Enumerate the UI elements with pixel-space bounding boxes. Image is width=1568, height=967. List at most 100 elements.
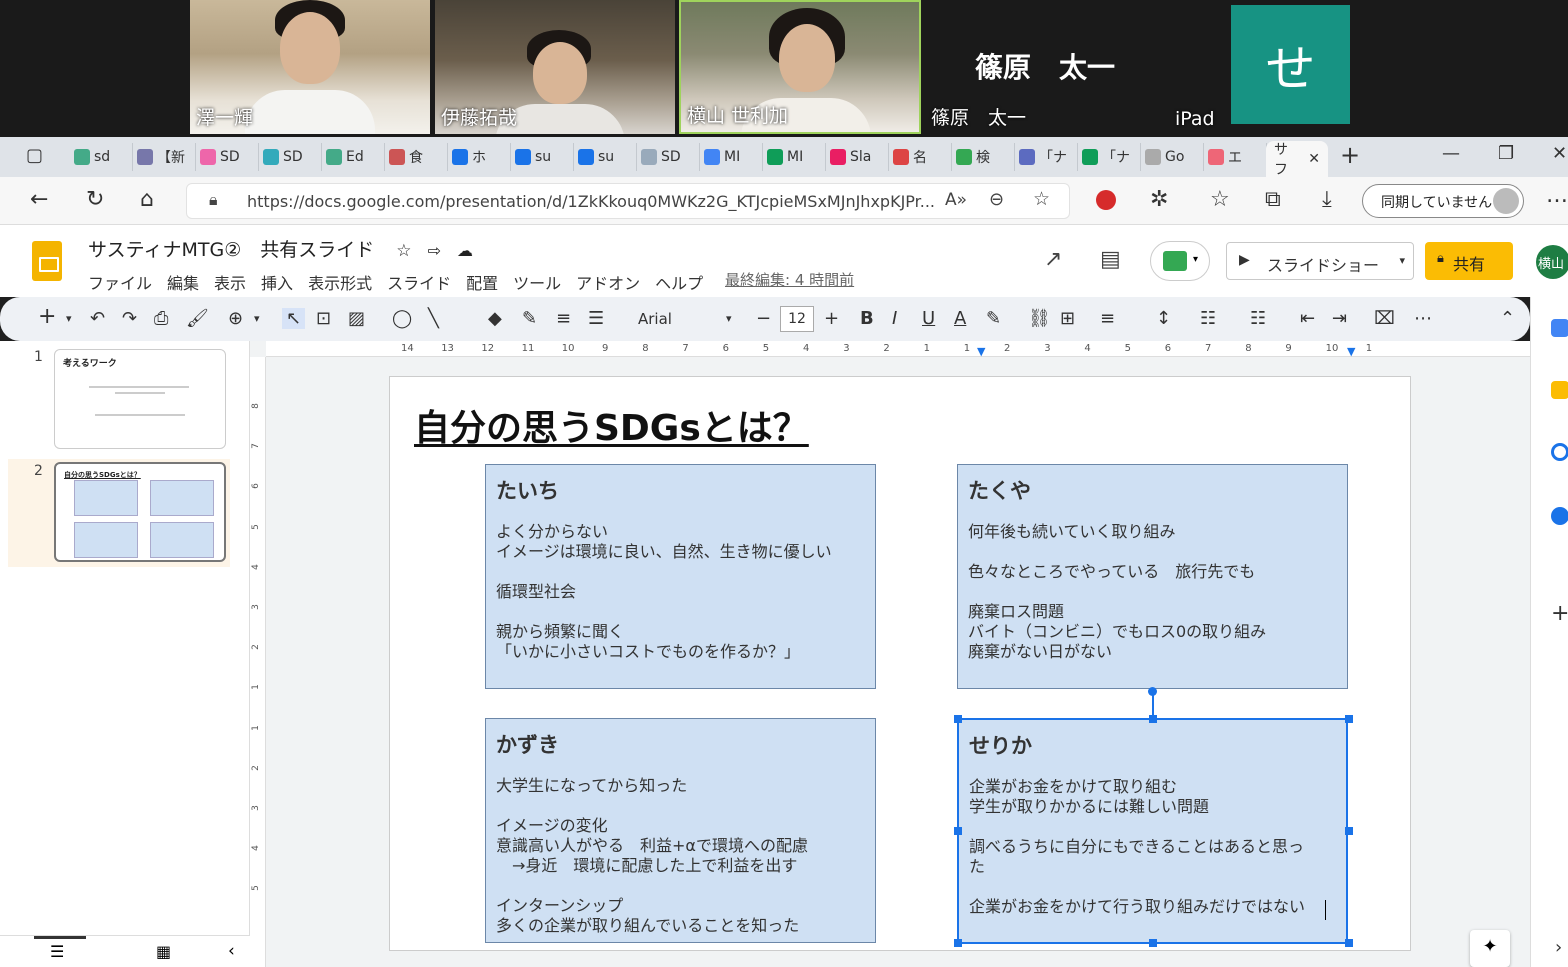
numbered-list-icon[interactable]: ☷ bbox=[1250, 308, 1266, 329]
increase-indent-icon[interactable]: ⇥ bbox=[1332, 308, 1347, 329]
reload-icon[interactable]: ↻ bbox=[86, 187, 104, 212]
favorite-icon[interactable]: ☆ bbox=[1033, 188, 1050, 210]
browser-tab[interactable]: 「ナ bbox=[1015, 143, 1078, 171]
expand-panel-icon[interactable]: › bbox=[1555, 937, 1562, 958]
menu-item[interactable]: 配置 bbox=[466, 270, 498, 294]
line-spacing-icon[interactable]: ↕ bbox=[1156, 308, 1171, 329]
resize-handle[interactable] bbox=[1149, 715, 1157, 723]
menu-item[interactable]: ファイル bbox=[88, 270, 152, 294]
menu-item[interactable]: アドオン bbox=[576, 270, 640, 294]
browser-tab-active[interactable]: サフ ✕ bbox=[1266, 141, 1328, 178]
comment-add-icon[interactable]: ⊞ bbox=[1060, 308, 1075, 329]
participant-tile-3-active-speaker[interactable]: 横山 世利加 bbox=[679, 0, 921, 134]
browser-tab[interactable]: Ed bbox=[322, 143, 385, 171]
browser-tab[interactable]: エ bbox=[1204, 143, 1267, 171]
font-size-input[interactable]: 12 bbox=[780, 306, 814, 332]
sync-profile-button[interactable]: 同期していません bbox=[1362, 184, 1524, 218]
resize-handle[interactable] bbox=[954, 827, 962, 835]
slide-thumbnail-2[interactable]: 自分の思うSDGsとは？ bbox=[54, 462, 226, 562]
browser-tab[interactable]: 「ナ bbox=[1078, 143, 1141, 171]
indent-marker-icon[interactable]: ▼ bbox=[977, 345, 985, 358]
menu-item[interactable]: 編集 bbox=[167, 270, 199, 294]
slide-title[interactable]: 自分の思うSDGsとは？ bbox=[414, 399, 809, 451]
redo-icon[interactable]: ↷ bbox=[122, 308, 137, 329]
tasks-icon[interactable] bbox=[1551, 443, 1568, 461]
undo-icon[interactable]: ↶ bbox=[90, 308, 105, 329]
bold-icon[interactable]: B bbox=[860, 308, 874, 329]
tab-actions-icon[interactable]: ▢ bbox=[26, 145, 43, 166]
browser-tab[interactable]: SD bbox=[196, 143, 259, 171]
participant-tile-5[interactable]: せ iPad bbox=[1169, 0, 1409, 134]
collapse-toolbar-icon[interactable]: ⌃ bbox=[1500, 308, 1515, 329]
browser-tab[interactable]: 検 bbox=[952, 143, 1015, 171]
extension-red-icon[interactable] bbox=[1096, 190, 1116, 210]
calendar-icon[interactable] bbox=[1551, 319, 1568, 337]
paint-format-icon[interactable]: 🖌︎ bbox=[186, 308, 209, 329]
slide-thumbnail-1[interactable]: 考えるワーク bbox=[54, 349, 226, 449]
user-avatar[interactable]: 横山 bbox=[1536, 245, 1568, 279]
chevron-down-icon[interactable]: ▾ bbox=[254, 312, 260, 325]
link-icon[interactable]: ⛓ bbox=[1028, 308, 1051, 329]
explore-button[interactable]: ✦ bbox=[1470, 930, 1510, 967]
shape-icon[interactable]: ◯ bbox=[392, 308, 412, 329]
zoom-out-icon[interactable]: ⊖ bbox=[989, 189, 1004, 210]
new-slide-icon[interactable]: + bbox=[38, 304, 56, 329]
cloud-status-icon[interactable]: ☁ bbox=[457, 241, 473, 260]
chevron-down-icon[interactable]: ▾ bbox=[66, 312, 72, 325]
browser-tab[interactable]: ホ bbox=[448, 143, 511, 171]
browser-tab[interactable]: MI bbox=[700, 143, 763, 171]
close-tab-icon[interactable]: ✕ bbox=[1308, 151, 1320, 167]
fill-color-icon[interactable]: ◆ bbox=[488, 308, 502, 329]
extensions-icon[interactable]: ✲ bbox=[1150, 187, 1168, 212]
chevron-down-icon[interactable]: ▾ bbox=[726, 312, 732, 325]
italic-icon[interactable]: I bbox=[892, 308, 897, 329]
back-icon[interactable]: ← bbox=[30, 187, 48, 212]
resize-handle[interactable] bbox=[1345, 827, 1353, 835]
increase-font-size-icon[interactable]: + bbox=[824, 308, 839, 329]
border-weight-icon[interactable]: ≡ bbox=[556, 308, 571, 329]
rotation-handle[interactable] bbox=[1148, 687, 1157, 696]
menu-item[interactable]: ヘルプ bbox=[655, 270, 703, 294]
text-card-kazuki[interactable]: かずき 大学生になってから知った イメージの変化 意識高い人がやる 利益+αで環… bbox=[485, 718, 876, 943]
browser-tab[interactable]: sd bbox=[70, 143, 133, 171]
lock-icon[interactable]: 🔒︎ bbox=[209, 190, 218, 210]
slide[interactable]: 自分の思うSDGsとは？ たいち よく分からない イメージは環境に良い、自然、生… bbox=[389, 376, 1411, 951]
more-menu-icon[interactable]: … bbox=[1546, 183, 1568, 208]
collapse-panel-icon[interactable]: ‹ bbox=[228, 941, 235, 961]
browser-tab[interactable]: MI bbox=[763, 143, 826, 171]
border-dash-icon[interactable]: ☰ bbox=[588, 308, 604, 329]
new-tab-icon[interactable]: + bbox=[1340, 141, 1360, 169]
slides-logo-icon[interactable] bbox=[32, 241, 62, 281]
text-card-serika-selected[interactable]: せりか 企業がお金をかけて取り組む 学生が取りかかるには難しい問題 調べるうちに… bbox=[957, 718, 1348, 944]
print-icon[interactable]: ⎙ bbox=[154, 308, 168, 329]
text-card-takuya[interactable]: たくや 何年後も続いていく取り組み 色々なところでやっている 旅行先でも 廃棄ロ… bbox=[957, 464, 1348, 689]
font-family-select[interactable]: Arial bbox=[638, 310, 672, 328]
text-card-taichi[interactable]: たいち よく分からない イメージは環境に良い、自然、生き物に優しい 循環型社会 … bbox=[485, 464, 876, 689]
decrease-font-size-icon[interactable]: − bbox=[756, 308, 771, 329]
star-icon[interactable]: ☆ bbox=[396, 241, 411, 261]
add-addon-icon[interactable]: + bbox=[1551, 601, 1568, 626]
resize-handle[interactable] bbox=[1345, 715, 1353, 723]
decrease-indent-icon[interactable]: ⇤ bbox=[1300, 308, 1315, 329]
resize-handle[interactable] bbox=[954, 939, 962, 947]
browser-tab[interactable]: 名 bbox=[889, 143, 952, 171]
resize-handle[interactable] bbox=[1345, 939, 1353, 947]
right-indent-marker-icon[interactable]: ▼ bbox=[1347, 345, 1355, 358]
browser-tab[interactable]: 食 bbox=[385, 143, 448, 171]
meet-button[interactable]: ▾ bbox=[1150, 241, 1210, 281]
last-edit-link[interactable]: 最終編集: 4 時間前 bbox=[725, 269, 854, 290]
read-aloud-icon[interactable]: A» bbox=[945, 190, 967, 210]
chevron-down-icon[interactable]: ▾ bbox=[1399, 254, 1405, 267]
select-cursor-icon[interactable]: ↖ bbox=[282, 308, 306, 329]
highlight-icon[interactable]: ✎ bbox=[986, 308, 1001, 329]
border-color-icon[interactable]: ✎ bbox=[522, 308, 537, 329]
participant-tile-2[interactable]: 伊藤拓哉 bbox=[435, 0, 675, 134]
close-window-icon[interactable]: ✕ bbox=[1552, 143, 1567, 164]
comments-icon[interactable]: ▤ bbox=[1100, 247, 1121, 272]
menu-item[interactable]: ツール bbox=[513, 270, 561, 294]
bulleted-list-icon[interactable]: ☷ bbox=[1200, 308, 1216, 329]
contacts-icon[interactable] bbox=[1551, 507, 1568, 525]
document-title[interactable]: サスティナMTG② 共有スライド ☆ ⇨ ☁ bbox=[88, 235, 473, 262]
share-button[interactable]: 🔒︎ 共有 bbox=[1425, 242, 1513, 280]
activity-trend-icon[interactable]: ↗ bbox=[1044, 247, 1062, 272]
